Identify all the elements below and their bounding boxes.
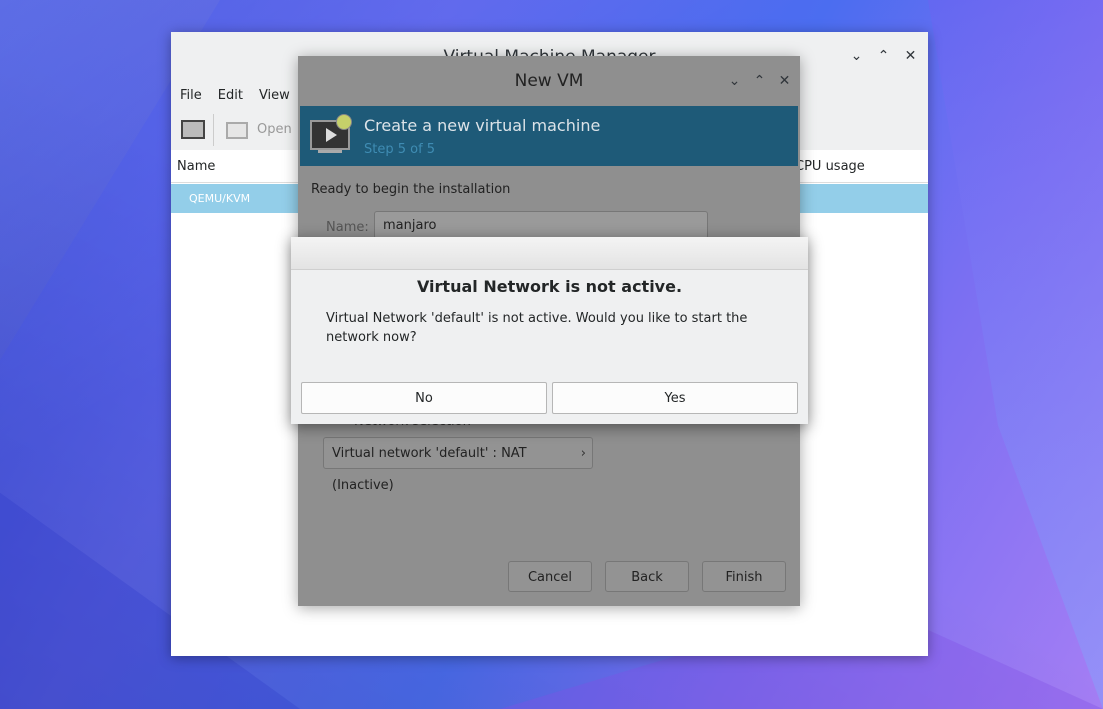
maximize-icon[interactable]: ⌃	[874, 44, 893, 68]
name-field[interactable]: manjaro	[374, 211, 708, 239]
minimize-icon[interactable]: ⌄	[847, 44, 866, 68]
new-vm-window-controls: ⌄ ⌃ ✕	[725, 69, 794, 93]
menu-edit[interactable]: Edit	[213, 82, 248, 110]
network-selection-button[interactable]: Virtual network 'default' : NAT (Inactiv…	[323, 437, 593, 469]
maximize-icon[interactable]: ⌃	[750, 69, 769, 93]
window-controls: ⌄ ⌃ ✕	[847, 44, 920, 68]
monitor-stand	[318, 150, 342, 153]
close-icon[interactable]: ✕	[901, 44, 920, 68]
back-button[interactable]: Back	[605, 561, 689, 592]
menu-file[interactable]: File	[175, 82, 207, 110]
yes-button[interactable]: Yes	[552, 382, 798, 414]
minimize-icon[interactable]: ⌄	[725, 69, 744, 93]
cancel-button[interactable]: Cancel	[508, 561, 592, 592]
ready-text: Ready to begin the installation	[311, 182, 510, 197]
column-cpu-usage[interactable]: CPU usage	[795, 159, 865, 174]
dialog-titlebar[interactable]	[291, 237, 808, 270]
star-badge-icon	[336, 114, 352, 130]
network-selection-value: Virtual network 'default' : NAT (Inactiv…	[332, 446, 527, 493]
connection-name: QEMU/KVM	[189, 192, 250, 205]
toolbar-separator	[213, 114, 214, 146]
menu-view[interactable]: View	[254, 82, 295, 110]
wallpaper-facet	[928, 0, 1103, 709]
no-button[interactable]: No	[301, 382, 547, 414]
wizard-step: Step 5 of 5	[364, 142, 435, 157]
chevron-right-icon: ›	[581, 438, 586, 470]
wizard-title: Create a new virtual machine	[364, 116, 600, 135]
new-vm-icon[interactable]	[181, 120, 205, 139]
finish-button[interactable]: Finish	[702, 561, 786, 592]
dialog-message: Virtual Network 'default' is not active.…	[326, 309, 778, 347]
network-inactive-dialog: Virtual Network is not active. Virtual N…	[291, 237, 808, 424]
name-label: Name:	[326, 220, 369, 235]
open-icon[interactable]	[226, 122, 248, 139]
close-icon[interactable]: ✕	[775, 69, 794, 93]
wizard-header: Create a new virtual machine Step 5 of 5	[300, 106, 798, 166]
column-name[interactable]: Name	[177, 159, 215, 174]
open-button[interactable]: Open	[257, 122, 292, 137]
dialog-heading: Virtual Network is not active.	[291, 277, 808, 296]
